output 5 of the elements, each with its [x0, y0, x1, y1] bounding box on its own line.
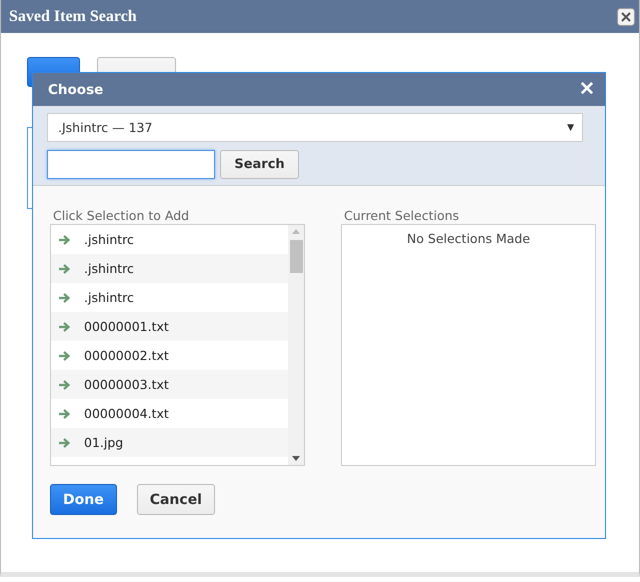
column-heading: Current Selections: [344, 208, 460, 223]
empty-message: No Selections Made: [406, 231, 530, 248]
column-heading: Click Selection to Add: [53, 208, 190, 223]
window-title: Saved Item Search: [9, 8, 137, 26]
dialog-title: Choose: [48, 82, 104, 98]
